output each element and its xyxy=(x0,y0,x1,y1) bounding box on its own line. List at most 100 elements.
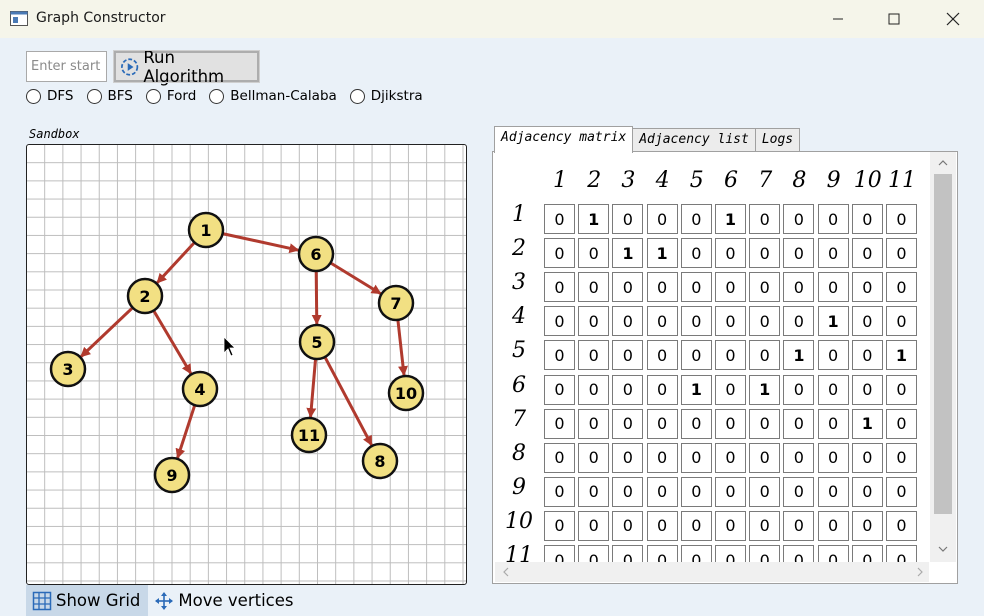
matrix-cell[interactable]: 0 xyxy=(886,545,917,562)
matrix-cell[interactable]: 0 xyxy=(544,442,575,473)
vertex-1[interactable]: 1 xyxy=(187,211,225,249)
matrix-cell[interactable]: 0 xyxy=(680,272,712,303)
matrix-cell[interactable]: 0 xyxy=(851,510,883,541)
matrix-cell[interactable]: 0 xyxy=(749,545,781,562)
matrix-cell[interactable]: 0 xyxy=(612,272,644,303)
tab-logs[interactable]: Logs xyxy=(754,128,801,153)
matrix-cell[interactable]: 0 xyxy=(578,374,610,405)
matrix-cell[interactable]: 0 xyxy=(886,238,917,269)
matrix-cell[interactable]: 0 xyxy=(715,306,746,337)
matrix-cell[interactable]: 1 xyxy=(715,204,746,234)
radio-djikstra[interactable]: Djikstra xyxy=(349,88,423,104)
matrix-cell[interactable]: 0 xyxy=(646,374,678,405)
sandbox-canvas[interactable]: 1 2 3 4 5 6 7 8 9 10 11 xyxy=(26,144,467,585)
matrix-cell[interactable]: 0 xyxy=(578,545,610,562)
matrix-cell[interactable]: 0 xyxy=(817,204,849,234)
minimize-button[interactable] xyxy=(815,0,861,38)
matrix-cell[interactable]: 0 xyxy=(578,340,610,371)
matrix-cell[interactable]: 0 xyxy=(680,238,712,269)
matrix-cell[interactable]: 0 xyxy=(749,306,781,337)
matrix-cell[interactable]: 0 xyxy=(851,238,883,269)
vertex-3[interactable]: 3 xyxy=(49,350,87,388)
radio-bfs[interactable]: BFS xyxy=(86,88,133,104)
matrix-cell[interactable]: 0 xyxy=(749,510,781,541)
matrix-cell[interactable]: 0 xyxy=(783,374,815,405)
scroll-right-icon[interactable] xyxy=(915,567,925,577)
matrix-cell[interactable]: 0 xyxy=(646,408,678,439)
matrix-cell[interactable]: 1 xyxy=(680,374,712,405)
matrix-cell[interactable]: 1 xyxy=(749,374,781,405)
matrix-cell[interactable]: 0 xyxy=(715,408,746,439)
matrix-cell[interactable]: 0 xyxy=(851,374,883,405)
matrix-cell[interactable]: 0 xyxy=(646,476,678,507)
matrix-cell[interactable]: 0 xyxy=(578,476,610,507)
matrix-cell[interactable]: 0 xyxy=(612,408,644,439)
matrix-cell[interactable]: 0 xyxy=(817,272,849,303)
graph-svg[interactable]: 1 2 3 4 5 6 7 8 9 10 11 xyxy=(27,145,467,585)
matrix-cell[interactable]: 1 xyxy=(817,306,849,337)
matrix-cell[interactable]: 0 xyxy=(783,476,815,507)
vertex-11[interactable]: 11 xyxy=(290,416,328,454)
matrix-cell[interactable]: 0 xyxy=(817,442,849,473)
matrix-cell[interactable]: 0 xyxy=(851,340,883,371)
matrix-cell[interactable]: 0 xyxy=(851,204,883,234)
matrix-cell[interactable]: 0 xyxy=(680,510,712,541)
matrix-cell[interactable]: 0 xyxy=(680,545,712,562)
matrix-cell[interactable]: 1 xyxy=(612,238,644,269)
matrix-cell[interactable]: 0 xyxy=(544,238,575,269)
matrix-cell[interactable]: 0 xyxy=(749,408,781,439)
matrix-cell[interactable]: 0 xyxy=(715,442,746,473)
matrix-cell[interactable]: 0 xyxy=(715,340,746,371)
matrix-cell[interactable]: 0 xyxy=(544,408,575,439)
matrix-cell[interactable]: 0 xyxy=(817,340,849,371)
radio-dfs[interactable]: DFS xyxy=(26,88,74,104)
maximize-button[interactable] xyxy=(871,0,917,38)
matrix-cell[interactable]: 0 xyxy=(680,408,712,439)
matrix-cell[interactable]: 0 xyxy=(886,374,917,405)
vertex-8[interactable]: 8 xyxy=(361,442,399,480)
tab-adjacency-list[interactable]: Adjacency list xyxy=(632,128,756,153)
matrix-cell[interactable]: 0 xyxy=(715,238,746,269)
matrix-cell[interactable]: 0 xyxy=(612,545,644,562)
matrix-cell[interactable]: 0 xyxy=(851,442,883,473)
move-vertices-button[interactable]: Move vertices xyxy=(148,585,301,616)
matrix-cell[interactable]: 0 xyxy=(851,476,883,507)
matrix-cell[interactable]: 0 xyxy=(749,238,781,269)
matrix-cell[interactable]: 0 xyxy=(544,374,575,405)
matrix-cell[interactable]: 0 xyxy=(783,408,815,439)
radio-bellman-calaba[interactable]: Bellman-Calaba xyxy=(209,88,337,104)
matrix-cell[interactable]: 0 xyxy=(544,476,575,507)
matrix-cell[interactable]: 0 xyxy=(578,442,610,473)
matrix-cell[interactable]: 0 xyxy=(680,306,712,337)
matrix-cell[interactable]: 0 xyxy=(646,442,678,473)
vertex-9[interactable]: 9 xyxy=(153,456,191,494)
matrix-cell[interactable]: 0 xyxy=(544,204,575,234)
matrix-cell[interactable]: 1 xyxy=(783,340,815,371)
matrix-cell[interactable]: 0 xyxy=(578,272,610,303)
matrix-cell[interactable]: 0 xyxy=(612,442,644,473)
matrix-cell[interactable]: 0 xyxy=(646,272,678,303)
matrix-cell[interactable]: 0 xyxy=(544,545,575,562)
matrix-cell[interactable]: 0 xyxy=(715,476,746,507)
vertex-6[interactable]: 6 xyxy=(297,235,335,273)
matrix-cell[interactable]: 0 xyxy=(612,476,644,507)
vertical-scrollbar[interactable] xyxy=(930,152,956,562)
matrix-cell[interactable]: 0 xyxy=(544,510,575,541)
vertex-4[interactable]: 4 xyxy=(181,370,219,408)
tab-adjacency-matrix[interactable]: Adjacency matrix xyxy=(494,126,634,153)
matrix-cell[interactable]: 0 xyxy=(646,510,678,541)
matrix-cell[interactable]: 0 xyxy=(886,442,917,473)
matrix-cell[interactable]: 0 xyxy=(851,545,883,562)
matrix-cell[interactable]: 0 xyxy=(749,204,781,234)
matrix-cell[interactable]: 0 xyxy=(680,476,712,507)
matrix-cell[interactable]: 0 xyxy=(749,442,781,473)
matrix-cell[interactable]: 0 xyxy=(578,408,610,439)
matrix-cell[interactable]: 0 xyxy=(783,545,815,562)
matrix-cell[interactable]: 0 xyxy=(783,204,815,234)
horizontal-scrollbar[interactable] xyxy=(495,562,929,582)
scroll-up-icon[interactable] xyxy=(938,158,948,168)
matrix-cell[interactable]: 0 xyxy=(817,510,849,541)
matrix-cell[interactable]: 0 xyxy=(886,408,917,439)
matrix-cell[interactable]: 0 xyxy=(544,306,575,337)
matrix-cell[interactable]: 0 xyxy=(544,340,575,371)
